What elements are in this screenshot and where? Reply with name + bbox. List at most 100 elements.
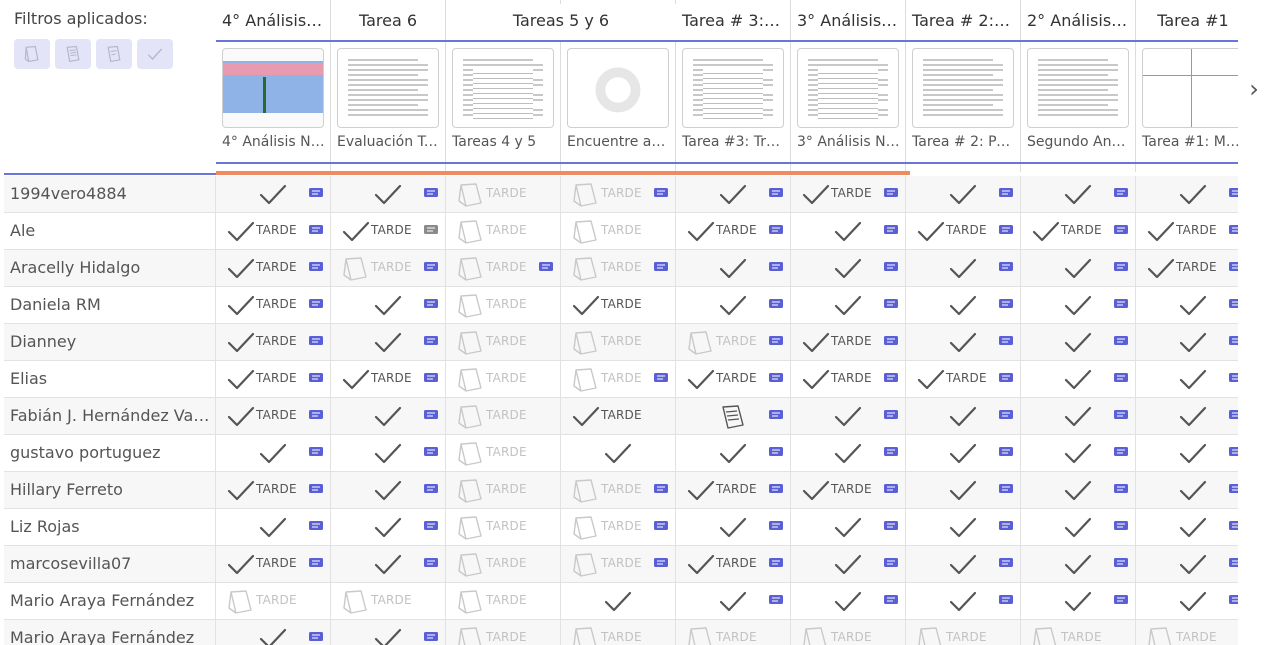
next-columns-button[interactable]: ›	[1243, 74, 1265, 104]
grade-cell[interactable]	[906, 472, 1021, 508]
assignment-title[interactable]: 2° Análisis Numérico	[1021, 4, 1135, 40]
comment-icon[interactable]	[1114, 336, 1128, 347]
grade-cell[interactable]: TARDE	[676, 546, 791, 582]
comment-icon[interactable]	[309, 484, 323, 495]
comment-icon[interactable]	[654, 484, 668, 495]
comment-icon[interactable]	[1114, 558, 1128, 569]
filter-submitted-button[interactable]	[55, 39, 91, 69]
comment-icon[interactable]	[769, 558, 783, 569]
comment-icon[interactable]	[1114, 595, 1128, 606]
assignment-subtitle[interactable]: Tareas 4 y 5	[452, 134, 556, 150]
grade-cell[interactable]	[1136, 546, 1238, 582]
assignment-column-7[interactable]: 2° Análisis Numérico Segundo Análisis	[1021, 0, 1136, 172]
grade-cell[interactable]: TARDE	[791, 324, 906, 360]
grade-cell[interactable]: TARDE	[561, 620, 676, 645]
grade-cell[interactable]	[1021, 250, 1136, 286]
grade-cell[interactable]	[1021, 435, 1136, 471]
comment-icon[interactable]	[769, 410, 783, 421]
grade-cell[interactable]	[906, 583, 1021, 619]
assignment-thumbnail[interactable]	[682, 48, 784, 128]
assignment-title[interactable]: Tarea # 3: Análisis	[676, 4, 790, 40]
grade-cell[interactable]	[906, 435, 1021, 471]
grade-cell[interactable]: TARDE	[1136, 250, 1238, 286]
comment-icon[interactable]	[1229, 336, 1238, 347]
assignment-thumbnail[interactable]	[337, 48, 439, 128]
grade-cell[interactable]	[331, 176, 446, 212]
grade-cell[interactable]: TARDE	[446, 176, 561, 212]
comment-icon[interactable]	[884, 558, 898, 569]
student-name[interactable]: 1994vero4884	[4, 176, 216, 212]
comment-icon[interactable]	[309, 299, 323, 310]
grade-cell[interactable]	[331, 472, 446, 508]
assignment-column-6[interactable]: Tarea # 2: Análisis Tarea # 2: Polinomio…	[906, 0, 1021, 172]
comment-icon[interactable]	[769, 595, 783, 606]
comment-icon[interactable]	[884, 521, 898, 532]
grade-cell[interactable]: TARDE	[561, 176, 676, 212]
grade-cell[interactable]: TARDE	[446, 546, 561, 582]
student-name[interactable]: Ale	[4, 213, 216, 249]
comment-icon[interactable]	[884, 225, 898, 236]
grade-cell[interactable]	[1136, 398, 1238, 434]
grade-cell[interactable]: TARDE	[216, 287, 331, 323]
comment-icon[interactable]	[999, 595, 1013, 606]
grade-cell[interactable]	[1136, 435, 1238, 471]
student-name[interactable]: Elias	[4, 361, 216, 397]
grade-cell[interactable]: TARDE	[561, 398, 676, 434]
grade-cell[interactable]	[906, 176, 1021, 212]
assignment-subtitle[interactable]: 3° Análisis Numérico	[797, 134, 901, 150]
comment-icon[interactable]	[1229, 484, 1238, 495]
grade-cell[interactable]	[906, 398, 1021, 434]
grade-cell[interactable]: TARDE	[446, 398, 561, 434]
assignment-thumbnail[interactable]	[797, 48, 899, 128]
grade-cell[interactable]	[1021, 324, 1136, 360]
grade-cell[interactable]: TARDE	[791, 472, 906, 508]
grade-cell[interactable]: TARDE	[1021, 213, 1136, 249]
assignment-subtitle[interactable]: Tarea # 2: Polinomios	[912, 134, 1016, 150]
comment-icon[interactable]	[999, 558, 1013, 569]
comment-icon[interactable]	[1229, 595, 1238, 606]
comment-icon[interactable]	[424, 410, 438, 421]
comment-icon[interactable]	[769, 484, 783, 495]
grade-cell[interactable]: TARDE	[216, 324, 331, 360]
assignment-column-0[interactable]: 4° Análisis Numérico 4° Análisis Numéric…	[216, 0, 331, 172]
assignment-column-8[interactable]: Tarea #1 Tarea #1: Método	[1136, 0, 1238, 172]
comment-icon[interactable]	[884, 188, 898, 199]
comment-icon[interactable]	[309, 188, 323, 199]
grade-cell[interactable]	[1021, 472, 1136, 508]
grade-cell[interactable]: TARDE	[906, 213, 1021, 249]
grade-cell[interactable]	[791, 509, 906, 545]
grade-cell[interactable]: TARDE	[906, 620, 1021, 645]
grade-cell[interactable]	[791, 546, 906, 582]
grade-cell[interactable]	[791, 250, 906, 286]
assignment-thumbnail[interactable]	[452, 48, 554, 128]
comment-icon[interactable]	[424, 484, 438, 495]
grade-cell[interactable]: TARDE	[1136, 620, 1238, 645]
grade-cell[interactable]	[1136, 176, 1238, 212]
student-name[interactable]: Daniela RM	[4, 287, 216, 323]
comment-icon[interactable]	[884, 336, 898, 347]
assignment-thumbnail[interactable]	[912, 48, 1014, 128]
grade-cell[interactable]: TARDE	[791, 361, 906, 397]
assignment-subtitle[interactable]: 4° Análisis Numérico	[222, 134, 326, 150]
grade-cell[interactable]: TARDE	[216, 361, 331, 397]
student-name[interactable]: Liz Rojas	[4, 509, 216, 545]
student-name[interactable]: Dianney	[4, 324, 216, 360]
grade-cell[interactable]	[791, 213, 906, 249]
grade-cell[interactable]: TARDE	[676, 620, 791, 645]
comment-icon[interactable]	[1229, 188, 1238, 199]
grade-cell[interactable]	[216, 509, 331, 545]
comment-icon[interactable]	[1229, 410, 1238, 421]
grade-cell[interactable]	[1021, 176, 1136, 212]
grade-cell[interactable]: TARDE	[1136, 213, 1238, 249]
grade-cell[interactable]	[906, 287, 1021, 323]
student-name[interactable]: Mario Araya Fernández	[4, 620, 216, 645]
assignment-title[interactable]: Tarea # 2: Análisis	[906, 4, 1020, 40]
grade-cell[interactable]: TARDE	[331, 583, 446, 619]
grade-cell[interactable]	[676, 287, 791, 323]
grade-cell[interactable]: TARDE	[561, 472, 676, 508]
comment-icon[interactable]	[654, 558, 668, 569]
grade-cell[interactable]	[331, 324, 446, 360]
comment-icon[interactable]	[424, 262, 438, 273]
comment-icon[interactable]	[999, 188, 1013, 199]
comment-icon[interactable]	[309, 410, 323, 421]
